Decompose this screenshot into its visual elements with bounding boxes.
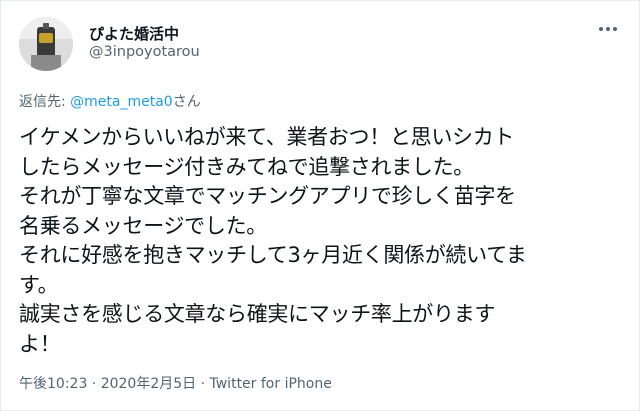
avatar-photo	[19, 17, 73, 71]
reply-prefix: 返信先:	[19, 94, 71, 110]
tweet-text-line: す。	[19, 272, 59, 297]
tweet-text: イケメンからいいねが来て、業者おつ！と思いシカト したらメッセージ付きみてねで追…	[19, 123, 624, 359]
tweet-source[interactable]: Twitter for iPhone	[210, 376, 332, 392]
tweet-text-line: よ！	[19, 331, 61, 356]
tweet-text-line: それが丁寧な文章でマッチングアプリで珍しく苗字を	[19, 184, 516, 208]
tweet-text-line: 名乗るメッセージでした。	[19, 213, 267, 238]
reply-to-line: 返信先: @meta_meta0さん	[19, 91, 201, 111]
tweet-text-line: イケメンからいいねが来て、業者おつ！と思いシカト	[19, 125, 515, 149]
display-name[interactable]: ぴよた婚活中	[89, 23, 179, 44]
reply-suffix: さん	[172, 94, 201, 110]
user-handle[interactable]: @3inpoyotarou	[89, 44, 200, 60]
tweet-text-line: したらメッセージ付きみてねで追撃されました。	[19, 154, 474, 179]
reply-mention-link[interactable]: @meta_meta0	[70, 94, 173, 110]
tweet-meta: 午後10:23 · 2020年2月5日 · Twitter for iPhone	[19, 373, 332, 393]
tweet-timestamp[interactable]: 午後10:23 · 2020年2月5日 ·	[19, 376, 210, 392]
more-icon[interactable]	[599, 23, 621, 35]
tweet-text-line: それに好感を抱きマッチして3ヶ月近く関係が続いてま	[19, 243, 527, 267]
tweet-text-line: 誠実さを感じる文章なら確実にマッチ率上がります	[19, 302, 496, 326]
avatar[interactable]	[19, 17, 73, 71]
tweet-card: ぴよた婚活中 @3inpoyotarou 返信先: @meta_meta0さん …	[0, 0, 640, 411]
